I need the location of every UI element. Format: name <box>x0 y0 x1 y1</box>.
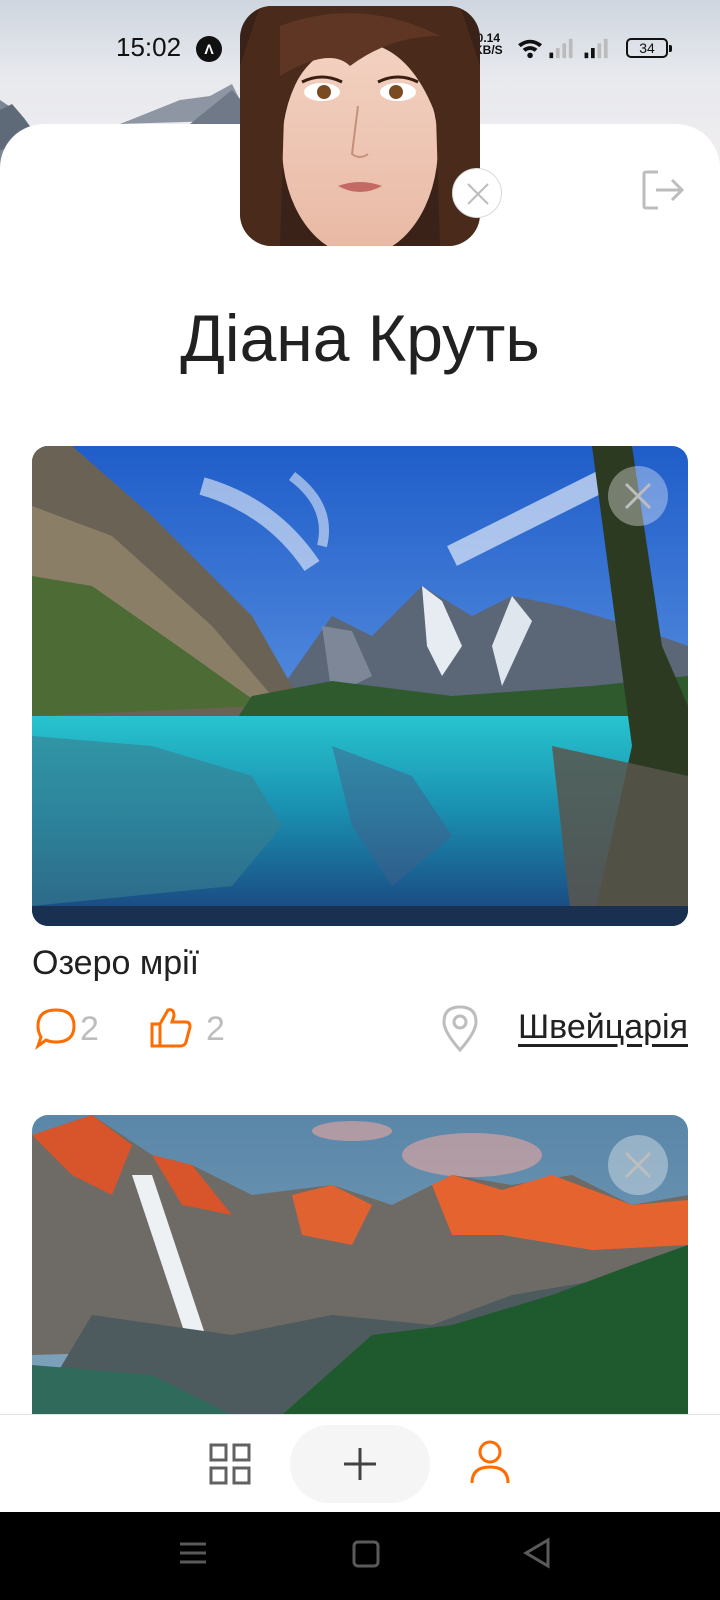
close-icon <box>624 1151 652 1179</box>
delete-post-button[interactable] <box>608 1135 668 1195</box>
menu-nav-button[interactable] <box>180 1542 206 1564</box>
location-link[interactable]: Швейцарія <box>440 1004 688 1054</box>
post-photo[interactable] <box>32 446 688 926</box>
remove-avatar-button[interactable] <box>452 168 502 218</box>
profile-name: Діана Круть <box>180 301 540 375</box>
cell-signal-2-icon <box>584 38 608 59</box>
likes-count: 2 <box>206 1010 225 1048</box>
lake-landscape-image <box>32 446 688 926</box>
map-pin-icon <box>442 1005 478 1052</box>
post-card[interactable] <box>32 1115 688 1414</box>
user-icon <box>470 1440 510 1484</box>
comments-count: 2 <box>80 1010 99 1048</box>
cell-signal-1-icon <box>549 38 573 59</box>
home-nav-button[interactable] <box>352 1540 380 1568</box>
post-meta: 2 2 Швейцарія <box>32 1004 688 1064</box>
post-photo[interactable] <box>32 1115 688 1414</box>
post-title: Озеро мрії <box>32 944 200 982</box>
mountain-lake-image <box>32 1115 688 1414</box>
comment-icon <box>35 1008 76 1050</box>
system-navigation-bar <box>0 1512 720 1600</box>
thumb-up-icon <box>150 1008 192 1048</box>
close-icon <box>467 183 489 205</box>
bottom-tab-bar <box>0 1414 720 1512</box>
battery-indicator: 34 <box>626 38 672 58</box>
back-nav-button[interactable] <box>523 1537 550 1569</box>
plus-icon <box>344 1448 376 1480</box>
tab-profile[interactable] <box>466 1415 516 1513</box>
location-label: Швейцарія <box>518 1008 688 1046</box>
status-time: 15:02 <box>116 32 182 62</box>
tab-posts[interactable] <box>208 1415 252 1513</box>
logout-icon <box>642 170 685 210</box>
logout-button[interactable] <box>640 168 688 212</box>
create-post-button[interactable] <box>290 1425 430 1503</box>
grid-icon <box>209 1443 251 1485</box>
avatar[interactable] <box>240 6 480 246</box>
close-icon <box>624 482 652 510</box>
notification-app-icon: Λ <box>196 36 222 62</box>
wifi-icon <box>518 39 543 59</box>
signal-icons <box>518 38 608 59</box>
avatar-portrait <box>240 6 480 246</box>
delete-post-button[interactable] <box>608 466 668 526</box>
post-card[interactable]: Озеро мрії 2 2 Швейцарія <box>32 446 688 1064</box>
